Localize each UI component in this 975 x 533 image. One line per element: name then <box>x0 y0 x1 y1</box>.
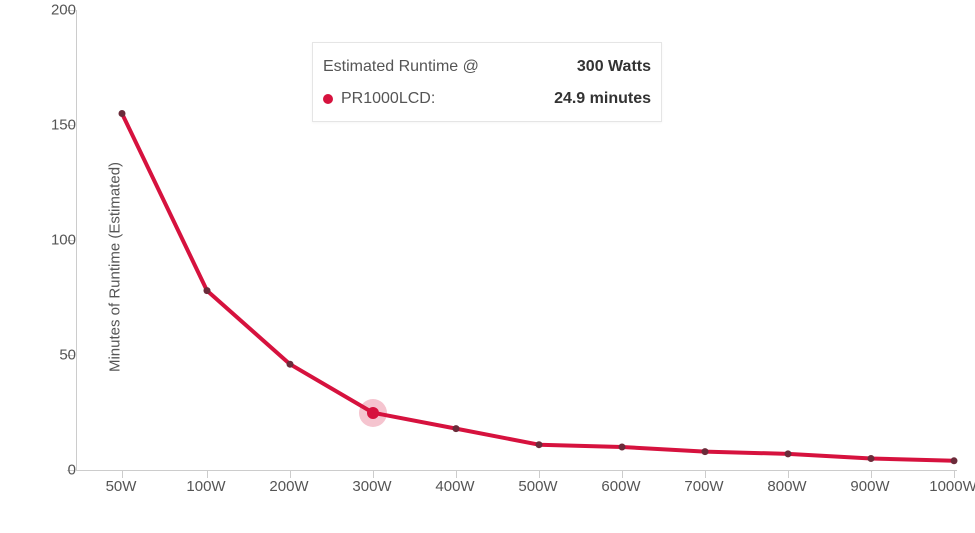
x-tick-label: 300W <box>352 478 391 495</box>
y-tick-label: 0 <box>36 462 76 479</box>
x-tick-label: 200W <box>269 478 308 495</box>
y-tick-label: 200 <box>36 2 76 19</box>
legend-series-name: PR1000LCD: <box>341 90 435 107</box>
legend-series-label: PR1000LCD: <box>323 90 435 108</box>
runtime-chart: Minutes of Runtime (Estimated) Estimated… <box>0 0 975 533</box>
x-tick-label: 600W <box>601 478 640 495</box>
x-tick-label: 800W <box>767 478 806 495</box>
x-tick-label: 400W <box>435 478 474 495</box>
chart-legend: Estimated Runtime @ 300 Watts PR1000LCD:… <box>312 42 662 122</box>
x-tick-label: 100W <box>186 478 225 495</box>
x-tick-label: 700W <box>684 478 723 495</box>
y-tick-label: 150 <box>36 117 76 134</box>
legend-title-row: Estimated Runtime @ 300 Watts <box>323 51 651 83</box>
legend-title-text: Estimated Runtime @ <box>323 58 479 76</box>
legend-dot-icon <box>323 94 333 104</box>
x-tick-label: 50W <box>106 478 137 495</box>
highlight-dot-icon <box>367 407 379 419</box>
x-tick-label: 500W <box>518 478 557 495</box>
x-tick-label: 1000W <box>929 478 975 495</box>
legend-wattage-value: 300 Watts <box>577 58 651 76</box>
y-tick-label: 50 <box>36 347 76 364</box>
legend-series-row: PR1000LCD: 24.9 minutes <box>323 83 651 115</box>
y-tick-label: 100 <box>36 232 76 249</box>
x-tick-label: 900W <box>850 478 889 495</box>
legend-runtime-value: 24.9 minutes <box>554 90 651 108</box>
